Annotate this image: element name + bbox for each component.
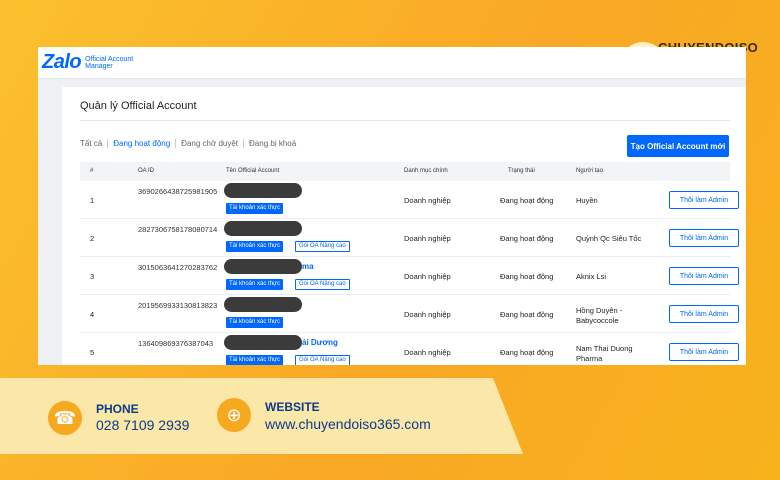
verified-badge: Tài khoản xác thực: [226, 279, 284, 290]
table-row: 2 2827306758178080714 Tài khoản xác thực Gó…: [80, 219, 739, 257]
row-oa-name[interactable]: ải Dương: [302, 338, 338, 347]
row-creator: Aknix Lsi: [576, 272, 607, 281]
row-oa-id: 136409869376387043: [138, 339, 214, 348]
status-tabs: Tất cả Đang hoạt động Đang chờ duyệt Đan…: [80, 139, 301, 148]
row-category: Doanh nghiệp: [404, 348, 451, 357]
table-header: # OA ID Tên Official Account Danh mục ch…: [80, 162, 730, 181]
row-category: Doanh nghiệp: [404, 310, 451, 319]
redacted-name: [224, 297, 302, 312]
verified-badge: Tài khoản xác thực: [226, 203, 284, 214]
table-row: 1 3690266438725981905 Tài khoản xác thực Do…: [80, 181, 739, 219]
zalo-logo-subtitle: Official Account Manager: [85, 55, 134, 70]
redacted-name: [224, 259, 302, 274]
leave-admin-button[interactable]: Thôi làm Admin: [669, 229, 739, 247]
main-panel: Quản lý Official Account Tất cả Đang hoạ…: [62, 87, 746, 365]
row-status: Đang hoạt động: [500, 196, 554, 205]
table-row: 5 136409869376387043 ải Dương Tài khoản xác…: [80, 333, 739, 365]
verified-badge: Tài khoản xác thực: [226, 241, 284, 252]
page-title: Quản lý Official Account: [80, 100, 197, 112]
verified-badge: Tài khoản xác thực: [226, 317, 284, 328]
create-oa-button[interactable]: Tạo Official Account mới: [627, 135, 729, 157]
row-category: Doanh nghiệp: [404, 272, 451, 281]
package-badge: Gói OA Nâng cao: [295, 241, 350, 252]
package-badge: Gói OA Nâng cao: [295, 355, 350, 365]
phone-number[interactable]: 028 7109 2939: [96, 417, 189, 433]
row-status: Đang hoạt động: [500, 348, 554, 357]
tab-active[interactable]: Đang hoạt động: [108, 139, 177, 148]
col-index: #: [90, 168, 94, 174]
redacted-name: [224, 183, 302, 198]
leave-admin-button[interactable]: Thôi làm Admin: [669, 343, 739, 361]
phone-icon: ☎: [48, 401, 82, 435]
phone-label: PHONE: [96, 402, 139, 416]
row-creator: Huyền: [576, 196, 598, 205]
table-row: 3 3015063641270283762 ma Tài khoản xác thực…: [80, 257, 739, 295]
row-index: 2: [90, 234, 95, 243]
col-creator: Người tạo: [576, 168, 603, 174]
row-index: 1: [90, 196, 95, 205]
row-creator: Nam Thai Duong Pharma: [576, 344, 633, 363]
row-index: 3: [90, 272, 95, 281]
row-category: Doanh nghiệp: [404, 234, 451, 243]
leave-admin-button[interactable]: Thôi làm Admin: [669, 191, 739, 209]
leave-admin-button[interactable]: Thôi làm Admin: [669, 305, 739, 323]
tab-all[interactable]: Tất cả: [80, 139, 109, 148]
row-index: 5: [90, 348, 95, 357]
tab-locked[interactable]: Đang bị khoá: [244, 139, 301, 148]
table-row: 4 2019569933130813823 Tài khoản xác thực Do…: [80, 295, 739, 333]
col-category: Danh mục chính: [404, 168, 448, 174]
row-creator: Quỳnh Qc Siêu Tốc: [576, 234, 642, 243]
row-status: Đang hoạt động: [500, 310, 554, 319]
row-index: 4: [90, 310, 95, 319]
row-status: Đang hoạt động: [500, 234, 554, 243]
col-name: Tên Official Account: [226, 168, 280, 174]
row-oa-name[interactable]: ma: [302, 262, 314, 271]
app-window: Zalo Official Account Manager Quản lý Of…: [38, 47, 746, 365]
website-label: WEBSITE: [265, 400, 320, 414]
row-category: Doanh nghiệp: [404, 196, 451, 205]
row-oa-id: 3015063641270283762: [138, 263, 218, 272]
divider: [80, 120, 730, 121]
app-header: Zalo Official Account Manager: [38, 47, 746, 79]
leave-admin-button[interactable]: Thôi làm Admin: [669, 267, 739, 285]
package-badge: Gói OA Nâng cao: [295, 279, 350, 290]
tab-pending[interactable]: Đang chờ duyệt: [176, 139, 245, 148]
redacted-name: [224, 221, 302, 236]
row-oa-id: 3690266438725981905: [138, 187, 218, 196]
globe-icon: ⊕: [217, 398, 251, 432]
website-link[interactable]: www.chuyendoiso365.com: [265, 416, 431, 432]
verified-badge: Tài khoản xác thực: [226, 355, 284, 365]
row-status: Đang hoạt động: [500, 272, 554, 281]
col-oa-id: OA ID: [138, 168, 155, 174]
zalo-logo[interactable]: Zalo: [42, 51, 82, 74]
row-oa-id: 2019569933130813823: [138, 301, 218, 310]
row-creator: Hồng Duyên - Babycoccole: [576, 306, 623, 325]
redacted-name: [224, 335, 302, 350]
row-oa-id: 2827306758178080714: [138, 225, 218, 234]
col-status: Trạng thái: [508, 168, 535, 174]
